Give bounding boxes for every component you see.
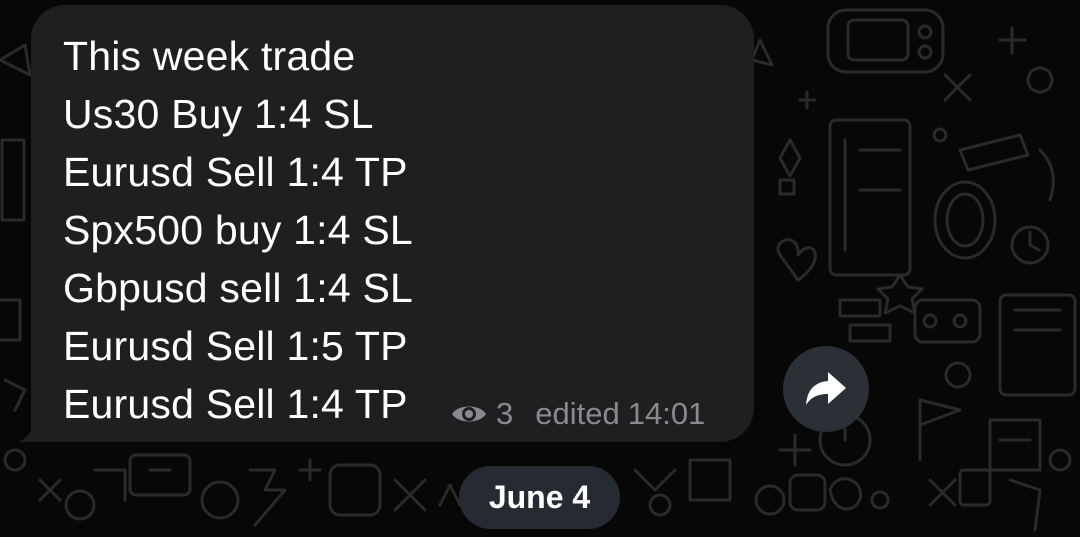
message-line: Eurusd Sell 1:4 TP: [63, 149, 408, 195]
date-separator: June 4: [459, 466, 620, 529]
message-time: 14:01: [627, 396, 706, 431]
message-bubble[interactable]: This week trade Us30 Buy 1:4 SL Eurusd S…: [31, 5, 754, 442]
forward-arrow-icon: [806, 372, 846, 405]
forward-button[interactable]: [783, 346, 869, 432]
message-line: This week trade: [63, 33, 356, 79]
view-count: 3: [496, 396, 514, 431]
message-line: Eurusd Sell 1:5 TP: [63, 323, 408, 369]
message-line: Spx500 buy 1:4 SL: [63, 207, 413, 253]
message-line: Gbpusd sell 1:4 SL: [63, 265, 414, 311]
message-line: Eurusd Sell 1:4 TP: [63, 381, 408, 427]
edited-label: edited: [535, 396, 620, 431]
message-meta: 3 edited 14:01: [450, 396, 705, 432]
message-line: Us30 Buy 1:4 SL: [63, 91, 374, 137]
eye-icon: [452, 406, 486, 422]
